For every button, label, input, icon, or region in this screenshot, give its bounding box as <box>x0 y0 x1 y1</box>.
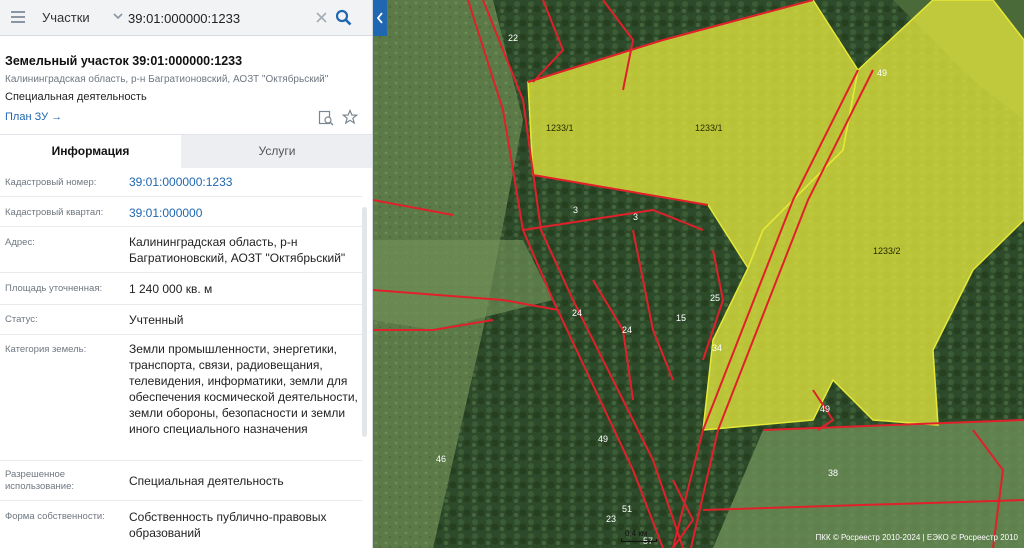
scale-bar <box>621 539 657 542</box>
attr-label: Форма собственности: <box>5 511 105 522</box>
parcel-number: 22 <box>508 33 518 43</box>
attr-value: Специальная деятельность <box>129 474 284 488</box>
parcel-number: 51 <box>622 504 632 514</box>
parcel-label: 1233/2 <box>873 246 901 256</box>
parcel-type: Специальная деятельность <box>5 91 147 103</box>
attr-label: Кадастровый номер: <box>5 177 97 188</box>
close-icon[interactable] <box>315 11 328 24</box>
attr-value: Собственность публично-правовых образова… <box>129 510 327 540</box>
attr-label: Категория земель: <box>5 344 87 355</box>
attr-label: Площадь уточненная: <box>5 283 103 294</box>
chevron-left-icon <box>376 12 383 24</box>
search-bar: Участки <box>0 0 372 36</box>
parcel-title: Земельный участок 39:01:000000:1233 <box>5 54 243 68</box>
parcel-number: 3 <box>633 212 638 222</box>
attr-value-link[interactable]: 39:01:000000 <box>129 205 361 221</box>
menu-icon[interactable] <box>11 11 25 23</box>
plan-link[interactable]: План ЗУ → <box>5 111 62 123</box>
attr-row-status: Статус: Учтенный <box>0 305 362 335</box>
scale-label: 0,4 км <box>625 529 648 538</box>
tab-info[interactable]: Информация <box>0 135 181 168</box>
attr-value: Земли промышленности, энергетики, трансп… <box>129 342 358 436</box>
parcel-number: 34 <box>712 343 722 353</box>
parcel-number: 49 <box>877 68 887 78</box>
map-attribution[interactable]: ПКК © Росреестр 2010-2024 | ЕЭКО © Росре… <box>816 533 1018 542</box>
attr-label: Разрешенное использование: <box>5 469 75 492</box>
parcel-label: 1233/1 <box>546 123 574 133</box>
parcel-number: 24 <box>622 325 632 335</box>
search-icon[interactable] <box>335 9 352 26</box>
scrollbar[interactable] <box>362 207 367 437</box>
attr-row-address: Адрес: Калининградская область, р-н Багр… <box>0 227 362 273</box>
parcel-number: 46 <box>436 454 446 464</box>
star-icon[interactable] <box>342 109 358 125</box>
info-panel: Участки Земельный участок 39:01:000000:1… <box>0 0 373 548</box>
parcel-address: Калининградская область, р-н Багратионов… <box>5 74 329 85</box>
attr-label: Кадастровый квартал: <box>5 207 104 218</box>
parcel-number: 24 <box>572 308 582 318</box>
tabs: Информация Услуги <box>0 134 372 168</box>
tab-services[interactable]: Услуги <box>181 135 372 168</box>
attr-value: Учтенный <box>129 313 184 327</box>
attr-row-cadastral-number: Кадастровый номер: 39:01:000000:1233 <box>0 167 362 197</box>
attributes-list: Кадастровый номер: 39:01:000000:1233 Кад… <box>0 167 372 548</box>
parcel-number: 23 <box>606 514 616 524</box>
parcel-number: 3 <box>573 205 578 215</box>
field-area <box>713 420 1024 548</box>
parcel-number: 25 <box>710 293 720 303</box>
attr-label: Адрес: <box>5 237 35 248</box>
attr-value: 1 240 000 кв. м <box>129 282 213 296</box>
attr-label: Статус: <box>5 314 38 325</box>
attr-row-land-category: Категория земель: Земли промышленности, … <box>0 335 362 461</box>
layer-select[interactable]: Участки <box>42 10 90 25</box>
map-view[interactable]: 1233/1 1233/1 1233/2 22 49 3 3 24 24 15 … <box>373 0 1024 548</box>
attr-row-cadastral-quarter: Кадастровый квартал: 39:01:000000 <box>0 197 362 227</box>
zoom-to-object-icon[interactable] <box>318 110 334 126</box>
collapse-panel-button[interactable] <box>373 0 387 36</box>
attr-row-permitted-use: Разрешенное использование: Специальная д… <box>0 461 362 501</box>
attr-row-area: Площадь уточненная: 1 240 000 кв. м <box>0 273 362 305</box>
attr-value-link[interactable]: 39:01:000000:1233 <box>129 174 361 190</box>
parcel-number: 49 <box>820 404 830 414</box>
parcel-label: 1233/1 <box>695 123 723 133</box>
attr-row-ownership: Форма собственности: Собственность публи… <box>0 501 362 548</box>
chevron-down-icon[interactable] <box>112 10 124 22</box>
parcel-number: 38 <box>828 468 838 478</box>
satellite-map[interactable]: 1233/1 1233/1 1233/2 22 49 3 3 24 24 15 … <box>373 0 1024 548</box>
parcel-number: 15 <box>676 313 686 323</box>
search-input[interactable] <box>128 6 308 30</box>
attr-value: Калининградская область, р-н Багратионов… <box>129 235 346 265</box>
parcel-number: 49 <box>598 434 608 444</box>
